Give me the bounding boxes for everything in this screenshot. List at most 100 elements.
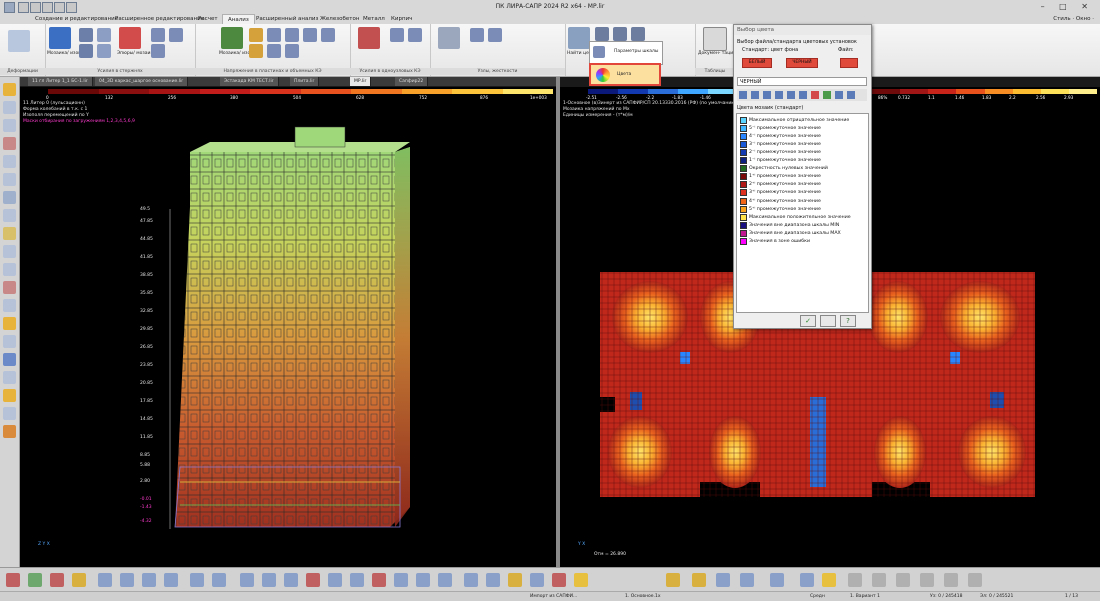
color-swatch[interactable] [740, 140, 747, 148]
deformation-icon[interactable] [8, 30, 30, 52]
tool-icon[interactable] [799, 91, 807, 99]
tool-icon[interactable] [872, 573, 886, 587]
tool-icon[interactable] [811, 91, 819, 99]
tool-icon[interactable] [530, 573, 544, 587]
color-list-item[interactable]: 1⁻ⁱ промежуточное значение [740, 157, 868, 165]
color-list-item[interactable]: 1⁺ⁱ промежуточное значение [740, 173, 868, 181]
tool-icon[interactable] [120, 573, 134, 587]
tab-brick[interactable]: Кирпич [386, 14, 417, 24]
color-list[interactable]: Максимальное отрицательное значение 5⁻ⁱ п… [736, 113, 869, 313]
doc-tab[interactable]: Плита.lir [290, 77, 320, 86]
tool-icon[interactable] [739, 91, 747, 99]
txy-icon[interactable] [321, 28, 335, 42]
color-list-item[interactable]: Максимальное отрицательное значение [740, 116, 868, 124]
color-swatch[interactable] [740, 221, 747, 229]
color-swatch[interactable] [740, 229, 747, 237]
tool-icon[interactable] [306, 573, 320, 587]
single-node-n-icon[interactable] [358, 27, 380, 49]
color-list-item[interactable]: 4⁻ⁱ промежуточное значение [740, 132, 868, 140]
scale-params-icon[interactable] [595, 27, 609, 41]
single-node-q-icon[interactable] [390, 28, 404, 42]
tool-icon[interactable] [284, 573, 298, 587]
color-swatch[interactable] [740, 132, 747, 140]
tool-icon[interactable] [692, 573, 706, 587]
color-list-item[interactable]: 3⁺ⁱ промежуточное значение [740, 189, 868, 197]
tab-calculation[interactable]: Расчет [193, 14, 223, 24]
tool-icon[interactable] [142, 573, 156, 587]
my-icon[interactable] [97, 44, 111, 58]
light-icon[interactable] [3, 425, 16, 438]
tool-icon[interactable] [847, 91, 855, 99]
window-controls[interactable]: – □ ✕ [1041, 2, 1094, 11]
color-swatch[interactable] [740, 157, 747, 165]
stiffness-icon[interactable] [470, 28, 484, 42]
tool-icon[interactable] [328, 573, 342, 587]
tool-icon[interactable] [464, 573, 478, 587]
tool-icon[interactable] [944, 573, 958, 587]
tool-icon[interactable] [775, 91, 783, 99]
tool-icon[interactable] [486, 573, 500, 587]
tool-icon[interactable] [835, 91, 843, 99]
ok-check-icon[interactable]: ✓ [800, 315, 816, 327]
tool-icon[interactable] [574, 573, 588, 587]
qx-icon[interactable] [267, 44, 281, 58]
section-icon[interactable] [3, 209, 16, 222]
tool-icon[interactable] [72, 573, 86, 587]
tool-icon[interactable] [6, 573, 20, 587]
color-list-item[interactable]: Значения в зоне ошибки [740, 238, 868, 246]
color-swatch[interactable] [740, 181, 747, 189]
nx-plate-icon[interactable] [285, 44, 299, 58]
tab-advanced-analysis[interactable]: Расширенный анализ [251, 14, 323, 24]
rotate-icon[interactable] [3, 83, 16, 96]
reactions-icon[interactable] [488, 28, 502, 42]
color-list-item[interactable]: 2⁺ⁱ промежуточное значение [740, 181, 868, 189]
open-file-button[interactable] [840, 58, 858, 68]
white-bg-button[interactable]: БЕЛЫЙ [742, 58, 772, 68]
mx-icon[interactable] [97, 28, 111, 42]
pencil-icon[interactable] [3, 353, 16, 366]
pan-icon[interactable] [3, 245, 16, 258]
color-list-item[interactable]: 4⁺ⁱ промежуточное значение [740, 197, 868, 205]
tool-icon[interactable] [968, 573, 982, 587]
plate-mosaic-icon[interactable] [221, 27, 243, 49]
color-list-item[interactable]: 2⁻ⁱ промежуточное значение [740, 148, 868, 156]
color-list-item[interactable]: Значения вне диапазона шкалы MIN [740, 221, 868, 229]
doc-tab[interactable]: 04_3D каркас_шаргое основание.lir [95, 77, 189, 86]
color-selection-dialog[interactable]: Выбор цвета Выбор файла/стандарта цветов… [733, 24, 872, 329]
find-center-icon[interactable] [568, 27, 590, 49]
color-list-item[interactable]: 5⁻ⁱ промежуточное значение [740, 124, 868, 132]
tool-icon[interactable] [394, 573, 408, 587]
m-icon[interactable] [169, 28, 183, 42]
colors-menu-item[interactable]: Цвета [589, 63, 661, 86]
doc-tab-active[interactable]: МР.lir [350, 77, 372, 86]
grid-icon[interactable] [3, 407, 16, 420]
color-list-item[interactable]: 3⁻ⁱ промежуточное значение [740, 140, 868, 148]
color-swatch[interactable] [740, 238, 747, 246]
tool-icon[interactable] [800, 573, 814, 587]
select-icon[interactable] [3, 101, 16, 114]
tool-icon[interactable] [350, 573, 364, 587]
surface-icon[interactable] [3, 389, 16, 402]
doc-tab[interactable]: 11 гл Литер 1_1 БС-1.lir [28, 77, 93, 86]
tool-icon[interactable] [770, 573, 784, 587]
tool-icon[interactable] [740, 573, 754, 587]
tool-icon[interactable] [920, 573, 934, 587]
tool-icon[interactable] [240, 573, 254, 587]
tool-icon[interactable] [848, 573, 862, 587]
color-list-item[interactable]: Окрестность нулевых значений [740, 165, 868, 173]
tool-icon[interactable] [212, 573, 226, 587]
viewport-3d-model[interactable]: 0 132 256 380 504 628 752 876 1e+003 11 … [20, 87, 556, 567]
color-swatch[interactable] [740, 165, 747, 173]
doc-tab[interactable]: Эстакада КМ ТЕСТ.lir [220, 77, 279, 86]
qy-icon[interactable] [285, 28, 299, 42]
help-icon[interactable]: ? [840, 315, 856, 327]
tool-icon[interactable] [262, 573, 276, 587]
color-list-item[interactable]: Значения вне диапазона шкалы MAX [740, 229, 868, 237]
element-icon[interactable] [3, 137, 16, 150]
doc-tab[interactable]: Сапфир22 [395, 77, 429, 86]
measure-icon[interactable] [3, 371, 16, 384]
color-swatch[interactable] [740, 173, 747, 181]
sum-icon[interactable] [613, 27, 627, 41]
current-bg-field[interactable]: ЧЕРНЫЙ [737, 77, 867, 86]
tool-icon[interactable] [822, 573, 836, 587]
